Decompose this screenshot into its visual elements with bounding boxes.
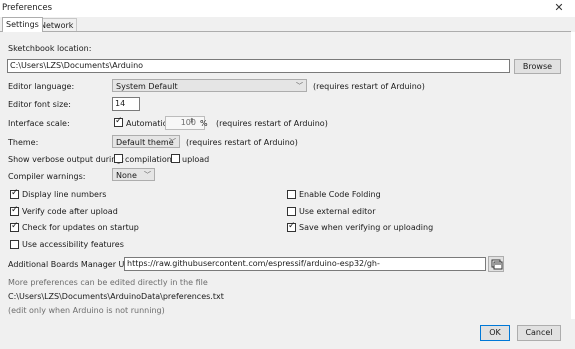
boards-manager-label: Additional Boards Manager URLs: <box>8 260 142 269</box>
automatic-label: Automatic <box>126 119 168 128</box>
theme-select[interactable]: Default theme ﹀ <box>112 135 180 148</box>
chevron-down-icon: ﹀ <box>169 138 176 146</box>
check-icon: ✓ <box>115 116 123 126</box>
editor-language-note: (requires restart of Arduino) <box>313 82 425 91</box>
upload-label: upload <box>182 155 210 164</box>
check-updates-label: Check for updates on startup <box>22 223 139 232</box>
editor-language-value: System Default <box>116 82 178 91</box>
interface-scale-label: Interface scale: <box>8 119 70 128</box>
tab-strip <box>0 17 575 32</box>
settings-panel <box>0 31 571 320</box>
save-on-verify-checkbox[interactable]: ✓ <box>287 221 296 232</box>
check-icon: ✓ <box>11 205 19 215</box>
window-title: Preferences <box>2 3 52 13</box>
spinner-arrows-icon[interactable]: ⬍ <box>189 117 195 125</box>
interface-scale-note: (requires restart of Arduino) <box>216 119 328 128</box>
verbose-label: Show verbose output during: <box>8 155 125 164</box>
editor-language-select[interactable]: System Default ﹀ <box>112 79 307 92</box>
code-folding-checkbox[interactable] <box>287 190 296 199</box>
compilation-label: compilation <box>125 155 172 164</box>
ok-button[interactable]: OK <box>480 325 510 341</box>
external-editor-checkbox[interactable] <box>287 207 296 216</box>
info-text: More preferences can be edited directly … <box>8 278 208 287</box>
chevron-down-icon: ﹀ <box>296 82 303 90</box>
sketchbook-location-input[interactable]: C:\Users\LZS\Documents\Arduino <box>7 59 510 73</box>
save-on-verify-label: Save when verifying or uploading <box>299 223 434 232</box>
compiler-warnings-value: None <box>116 171 137 180</box>
font-size-input[interactable]: 14 <box>112 97 140 111</box>
preferences-file-path: C:\Users\LZS\Documents\ArduinoData\prefe… <box>8 292 224 301</box>
display-line-numbers-label: Display line numbers <box>22 190 107 199</box>
boards-manager-urls-input[interactable]: https://raw.githubusercontent.com/espres… <box>124 257 486 271</box>
title-bar <box>0 0 575 17</box>
tab-settings[interactable]: Settings <box>2 17 43 32</box>
compiler-warnings-select[interactable]: None ﹀ <box>112 168 155 181</box>
code-folding-label: Enable Code Folding <box>299 190 381 199</box>
check-icon: ✓ <box>11 188 19 198</box>
check-icon: ✓ <box>288 221 296 231</box>
close-icon[interactable]: ✕ <box>552 1 566 14</box>
accessibility-label: Use accessibility features <box>22 240 124 249</box>
edit-urls-button[interactable] <box>488 256 504 272</box>
editor-language-label: Editor language: <box>8 82 75 91</box>
font-size-label: Editor font size: <box>8 100 71 109</box>
automatic-checkbox[interactable]: ✓ <box>114 116 123 127</box>
theme-value: Default theme <box>116 138 174 147</box>
check-updates-checkbox[interactable]: ✓ <box>10 221 19 232</box>
compilation-checkbox[interactable] <box>114 154 123 163</box>
percent-sign: % <box>200 119 208 128</box>
verify-code-label: Verify code after upload <box>22 207 118 216</box>
sketchbook-label: Sketchbook location: <box>8 44 92 53</box>
accessibility-checkbox[interactable] <box>10 240 19 249</box>
theme-label: Theme: <box>8 138 39 147</box>
info-note: (edit only when Arduino is not running) <box>8 306 165 315</box>
interface-scale-input[interactable]: 100 <box>165 116 205 130</box>
chevron-down-icon: ﹀ <box>144 171 151 179</box>
display-line-numbers-checkbox[interactable]: ✓ <box>10 188 19 199</box>
verify-code-checkbox[interactable]: ✓ <box>10 205 19 216</box>
browse-button[interactable]: Browse <box>514 59 561 74</box>
cancel-button[interactable]: Cancel <box>517 325 561 341</box>
upload-checkbox[interactable] <box>171 154 180 163</box>
theme-note: (requires restart of Arduino) <box>186 138 298 147</box>
compiler-warnings-label: Compiler warnings: <box>8 172 86 181</box>
check-icon: ✓ <box>11 221 19 231</box>
window-list-icon <box>491 259 503 270</box>
external-editor-label: Use external editor <box>299 207 376 216</box>
